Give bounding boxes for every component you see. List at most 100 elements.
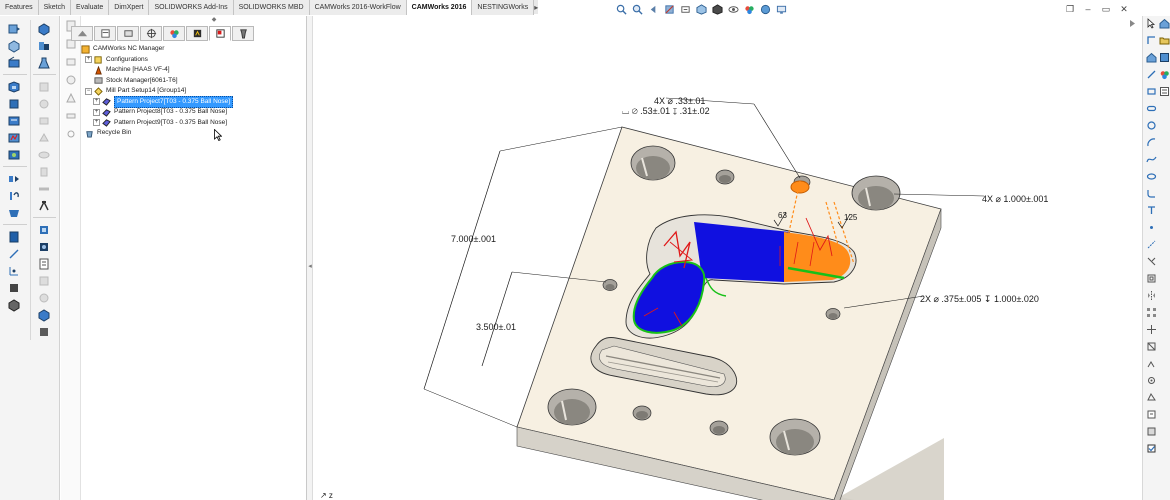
arc-icon[interactable]	[1143, 135, 1159, 149]
side-hole-icon[interactable]	[62, 126, 80, 142]
tab-camworks-workflow[interactable]: CAMWorks 2016-WorkFlow	[309, 0, 407, 15]
tab-solidworks-add-ins[interactable]: SOLIDWORKS Add-Ins	[149, 0, 234, 15]
small-hole-6[interactable]	[709, 420, 729, 436]
zoom-to-fit-icon[interactable]	[614, 3, 628, 15]
previous-view-icon[interactable]	[646, 3, 660, 15]
tp-arrow-icon[interactable]	[1124, 16, 1140, 30]
side-mark-icon[interactable]	[62, 90, 80, 106]
tab-features[interactable]: Features	[0, 0, 39, 15]
display-manager-tab-icon[interactable]	[163, 26, 185, 41]
assembly-mode-icon[interactable]	[31, 37, 57, 54]
instant-2d-icon[interactable]	[1143, 407, 1159, 421]
tab-nestingworks[interactable]: NESTINGWorks	[472, 0, 535, 15]
tab-dimxpert[interactable]: DimXpert	[109, 0, 150, 15]
tool-crib-icon[interactable]	[31, 197, 57, 214]
sketch-line-icon[interactable]	[1, 245, 27, 262]
ellipse-icon[interactable]	[1143, 169, 1159, 183]
line-icon[interactable]	[1143, 67, 1159, 81]
repair-sketch-icon[interactable]	[1143, 356, 1159, 370]
small-hole-3[interactable]	[602, 279, 618, 291]
text-icon[interactable]	[1143, 203, 1159, 217]
sketch-icon[interactable]	[1143, 33, 1159, 47]
property-manager-tab-icon[interactable]	[94, 26, 116, 41]
view-settings-icon[interactable]	[774, 3, 788, 15]
spline-icon[interactable]	[1143, 152, 1159, 166]
quick-snaps-icon[interactable]	[1143, 373, 1159, 387]
cam-operation-tree-tab-icon[interactable]	[209, 26, 231, 41]
step-through-toolpath-icon[interactable]	[1, 170, 27, 187]
large-hole-bottom-left[interactable]	[547, 388, 597, 426]
camworks-options-icon[interactable]	[31, 306, 57, 323]
expand-toggle-icon[interactable]: +	[93, 119, 100, 127]
define-machine-icon[interactable]	[1, 20, 27, 37]
small-hole-4[interactable]	[825, 308, 841, 320]
side-op-icon[interactable]	[62, 54, 80, 70]
graphics-area[interactable]: 7.000±.001 3.500±.01 4X ⌀ .33±.01 ⌴ ⌀ .5…	[314, 16, 1140, 500]
post-process-icon[interactable]	[1, 187, 27, 204]
tool-library-icon[interactable]	[31, 221, 57, 238]
reports-icon[interactable]	[31, 255, 57, 272]
rapid-sketch-icon[interactable]	[1143, 390, 1159, 404]
panel-splitter[interactable]: ◂	[307, 16, 313, 500]
large-hole-bottom-right[interactable]	[769, 418, 821, 456]
relations-icon[interactable]	[1143, 339, 1159, 353]
coordinate-system-icon[interactable]	[1, 262, 27, 279]
tab-sketch[interactable]: Sketch	[38, 0, 72, 15]
dimxpert-manager-tab-icon[interactable]	[140, 26, 162, 41]
save-cl-file-icon[interactable]	[1, 204, 27, 221]
view-orientation-icon[interactable]	[694, 3, 708, 15]
offset-icon[interactable]	[1143, 271, 1159, 285]
edit-appearance-icon[interactable]	[742, 3, 756, 15]
flask-icon[interactable]	[31, 54, 57, 71]
shaded-sketch-icon[interactable]	[1143, 424, 1159, 438]
tab-scroll-icon[interactable]: ▸	[534, 0, 539, 14]
tab-solidworks-mbd[interactable]: SOLIDWORKS MBD	[233, 0, 310, 15]
trim-icon[interactable]	[1143, 254, 1159, 268]
configuration-manager-tab-icon[interactable]	[117, 26, 139, 41]
maximize-icon[interactable]: ▭	[1100, 3, 1112, 15]
pattern-icon[interactable]	[1143, 305, 1159, 319]
machine-library-icon[interactable]	[31, 238, 57, 255]
point-icon[interactable]	[1143, 220, 1159, 234]
database-icon[interactable]	[1, 228, 27, 245]
tab-evaluate[interactable]: Evaluate	[71, 0, 110, 15]
side-slot-icon[interactable]	[62, 108, 80, 124]
dynamic-annotation-icon[interactable]	[678, 3, 692, 15]
display-style-icon[interactable]	[710, 3, 724, 15]
circle-icon[interactable]	[1143, 118, 1159, 132]
small-hole-5[interactable]	[632, 405, 652, 421]
strip-appearance-icon[interactable]	[1158, 67, 1170, 81]
zoom-to-area-icon[interactable]	[630, 3, 644, 15]
help-icon[interactable]	[31, 323, 57, 340]
setup-icon[interactable]	[1, 54, 27, 71]
technology-database-icon[interactable]	[1, 296, 27, 313]
expand-toggle-icon[interactable]: +	[93, 98, 100, 106]
small-hole-1[interactable]	[715, 169, 735, 185]
splitter-arrow-icon[interactable]: ◂	[307, 260, 313, 274]
simulate-toolpath-icon[interactable]	[1, 146, 27, 163]
collapse-toggle-icon[interactable]: −	[85, 87, 92, 95]
tree-root[interactable]: CAMWorks NC Manager	[81, 44, 306, 55]
fillet-icon[interactable]	[1143, 186, 1159, 200]
hide-show-items-icon[interactable]	[726, 3, 740, 15]
expand-toggle-icon[interactable]: +	[85, 56, 92, 64]
rectangle-icon[interactable]	[1143, 84, 1159, 98]
large-hole-top-right[interactable]	[851, 175, 901, 211]
strip-library-icon[interactable]	[1158, 50, 1170, 64]
strip-properties-icon[interactable]	[1158, 84, 1170, 98]
slot-icon[interactable]	[1143, 101, 1159, 115]
part-mode-icon[interactable]	[31, 20, 57, 37]
apply-scene-icon[interactable]	[758, 3, 772, 15]
restore-icon[interactable]: ❐	[1064, 3, 1076, 15]
tree-pattern-project7[interactable]: + Pattern Project7[T03 - 0.375 Ball Nose…	[81, 95, 306, 108]
strip-folder-icon[interactable]	[1158, 33, 1170, 47]
cam-feature-tree-tab-icon[interactable]	[186, 26, 208, 41]
tree-stock-manager[interactable]: Stock Manager[6061-T6]	[81, 76, 306, 87]
tree-recycle-bin[interactable]: Recycle Bin	[81, 128, 306, 139]
tree-pattern-project8[interactable]: + Pattern Project8[T03 - 0.375 Ball Nose…	[81, 107, 306, 118]
tolerance-icon[interactable]	[1, 279, 27, 296]
tree-machine[interactable]: Machine [HAAS VF-4]	[81, 65, 306, 76]
close-icon[interactable]: ✕	[1118, 3, 1130, 15]
feature-icon[interactable]	[1, 95, 27, 112]
extract-features-icon[interactable]	[1, 78, 27, 95]
